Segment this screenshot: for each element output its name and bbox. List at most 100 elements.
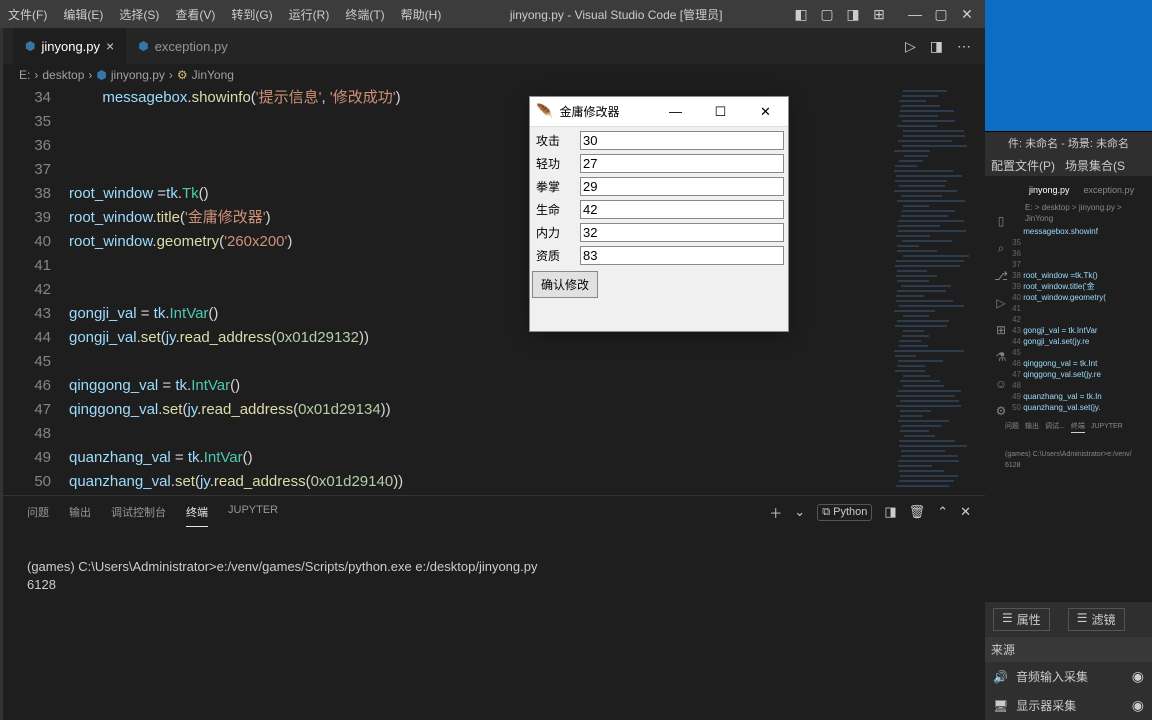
ext-icon[interactable]: ⊞ xyxy=(996,323,1006,337)
run-icon[interactable]: ▷ xyxy=(905,38,916,55)
obs-mini-line: 36 xyxy=(1005,248,1148,259)
panel-tab[interactable]: JUPYTER xyxy=(228,498,278,527)
tk-label: 轻功 xyxy=(532,155,580,172)
obs-mini-panel-tab[interactable]: 终端 xyxy=(1071,421,1085,433)
confirm-button[interactable]: 确认修改 xyxy=(532,271,598,298)
search-icon[interactable]: ⌕ xyxy=(998,241,1005,256)
obs-menu-scene[interactable]: 场景集合(S xyxy=(1065,157,1125,174)
obs-mini-line: messagebox.showinf xyxy=(1005,226,1148,237)
breadcrumb[interactable]: E:› desktop› ⬢jinyong.py› ⚙JinYong xyxy=(3,64,985,86)
tk-feather-icon: 🪶 xyxy=(536,103,553,120)
terminal-dropdown-icon[interactable]: ⌄ xyxy=(794,504,805,520)
obs-mini-line: 42 xyxy=(1005,314,1148,325)
source-icon: 🔊 xyxy=(993,670,1008,684)
menu-item[interactable]: 文件(F) xyxy=(0,6,55,23)
obs-mini-line: 40 root_window.geometry( xyxy=(1005,292,1148,303)
props-button[interactable]: ☰ 属性 xyxy=(993,608,1050,631)
obs-mini-panel-tab[interactable]: 问题 xyxy=(1005,421,1019,433)
obs-mini-activitybar: ▯ ⌕ ⎇ ▷ ⊞ ⚗ ☺ ⚙ xyxy=(992,214,1010,418)
menu-item[interactable]: 终端(T) xyxy=(337,6,392,23)
tk-input[interactable] xyxy=(580,177,784,196)
source-name: 显示器采集 xyxy=(1016,697,1076,714)
tk-input[interactable] xyxy=(580,154,784,173)
line-numbers: 3435363738394041424344454647484950 xyxy=(3,86,69,495)
obs-source-row[interactable]: 🖥显示器采集◉ xyxy=(985,691,1152,720)
tk-input[interactable] xyxy=(580,131,784,150)
minimize-button[interactable]: — xyxy=(907,6,923,22)
panel-up-icon[interactable]: ⌃ xyxy=(937,504,948,520)
tk-form: 攻击轻功拳掌生命内力资质 xyxy=(530,127,788,269)
panel-tab[interactable]: 输出 xyxy=(69,498,91,527)
split-terminal-icon[interactable]: ◨ xyxy=(884,504,896,520)
obs-mini-line: 46 qinggong_val = tk.Int xyxy=(1005,358,1148,369)
layout-icon[interactable]: ⊞ xyxy=(871,6,887,22)
close-icon[interactable]: × xyxy=(106,38,114,54)
tk-titlebar[interactable]: 🪶 金庸修改器 — ☐ ✕ xyxy=(530,97,788,127)
crumb-folder: desktop xyxy=(42,68,84,82)
panel-close-icon[interactable]: ✕ xyxy=(960,504,971,520)
panel-bottom-icon[interactable]: ▢ xyxy=(819,6,835,22)
obs-properties: ☰ 属性 ☰ 滤镜 xyxy=(985,602,1152,637)
tk-label: 资质 xyxy=(532,247,580,264)
obs-menu-profile[interactable]: 配置文件(P) xyxy=(991,157,1055,174)
menu-item[interactable]: 运行(R) xyxy=(281,6,338,23)
obs-mini-term: 6128 xyxy=(1005,460,1148,471)
kill-terminal-icon[interactable]: 🗑 xyxy=(909,504,926,520)
obs-sources: 来源 🔊音频输入采集◉🖥显示器采集◉ xyxy=(985,637,1152,720)
debug-icon[interactable]: ▷ xyxy=(996,296,1005,310)
account-icon[interactable]: ☺ xyxy=(995,377,1007,391)
scm-icon[interactable]: ⎇ xyxy=(994,269,1008,283)
tk-minimize-button[interactable]: — xyxy=(653,104,698,119)
tk-input[interactable] xyxy=(580,200,784,219)
editor-body[interactable]: 3435363738394041424344454647484950 messa… xyxy=(3,86,985,495)
panel-left-icon[interactable]: ◧ xyxy=(793,6,809,22)
bottom-panel: 问题输出调试控制台终端JUPYTER ＋ ⌄ ⧉ Python ◨ 🗑 ⌃ ✕ … xyxy=(3,495,985,720)
menu-item[interactable]: 选择(S) xyxy=(111,6,167,23)
panel-tab[interactable]: 问题 xyxy=(27,498,49,527)
panel-tab[interactable]: 调试控制台 xyxy=(111,498,166,527)
terminal-body[interactable]: (games) C:\Users\Administrator>e:/venv/g… xyxy=(3,528,985,720)
panel-tab[interactable]: 终端 xyxy=(186,498,208,527)
obs-mini-panel-tab[interactable]: 调试... xyxy=(1045,421,1065,433)
obs-source-row[interactable]: 🔊音频输入采集◉ xyxy=(985,662,1152,691)
filter-button[interactable]: ☰ 滤镜 xyxy=(1068,608,1125,631)
layout-controls: ◧ ▢ ◨ ⊞ xyxy=(783,6,897,22)
menu-item[interactable]: 编辑(E) xyxy=(55,6,111,23)
tk-input[interactable] xyxy=(580,223,784,242)
editor-tab[interactable]: ⬢jinyong.py× xyxy=(13,28,126,64)
menu-item[interactable]: 帮助(H) xyxy=(393,6,450,23)
close-button[interactable]: ✕ xyxy=(959,6,975,22)
tk-input[interactable] xyxy=(580,246,784,265)
terminal-kind[interactable]: ⧉ Python xyxy=(817,504,872,521)
obs-mini-panel-tab[interactable]: JUPYTER xyxy=(1091,421,1123,433)
files-icon[interactable]: ▯ xyxy=(998,214,1005,228)
tk-label: 拳掌 xyxy=(532,178,580,195)
visibility-icon[interactable]: ◉ xyxy=(1132,668,1144,685)
obs-mini-line: 41 xyxy=(1005,303,1148,314)
obs-mini-line: 35 xyxy=(1005,237,1148,248)
panel-right-icon[interactable]: ◨ xyxy=(845,6,861,22)
new-terminal-icon[interactable]: ＋ xyxy=(769,503,782,522)
obs-mini-line: 39 root_window.title('金 xyxy=(1005,281,1148,292)
settings-icon[interactable]: ⚙ xyxy=(996,404,1007,418)
obs-mini-tab[interactable]: jinyong.py xyxy=(1025,183,1074,198)
tk-row: 拳掌 xyxy=(532,175,786,198)
more-icon[interactable]: ⋯ xyxy=(957,38,971,55)
editor-tab[interactable]: ⬢exception.py xyxy=(126,28,239,64)
split-editor-icon[interactable]: ◨ xyxy=(930,38,943,55)
tk-close-button[interactable]: ✕ xyxy=(743,104,788,120)
crumb-class: JinYong xyxy=(192,68,234,82)
obs-mini-panel-tab[interactable]: 输出 xyxy=(1025,421,1039,433)
obs-sources-header: 来源 xyxy=(991,641,1015,658)
menu-bar: 文件(F)编辑(E)选择(S)查看(V)转到(G)运行(R)终端(T)帮助(H) xyxy=(0,6,449,23)
visibility-icon[interactable]: ◉ xyxy=(1132,697,1144,714)
minimap[interactable] xyxy=(890,86,985,495)
menu-item[interactable]: 转到(G) xyxy=(223,6,280,23)
obs-mini-tab[interactable]: exception.py xyxy=(1080,183,1139,198)
python-icon: ⬢ xyxy=(138,39,148,53)
tk-row: 轻功 xyxy=(532,152,786,175)
maximize-button[interactable]: ▢ xyxy=(933,6,949,22)
test-icon[interactable]: ⚗ xyxy=(996,350,1007,364)
menu-item[interactable]: 查看(V) xyxy=(167,6,223,23)
tk-maximize-button[interactable]: ☐ xyxy=(698,104,743,120)
